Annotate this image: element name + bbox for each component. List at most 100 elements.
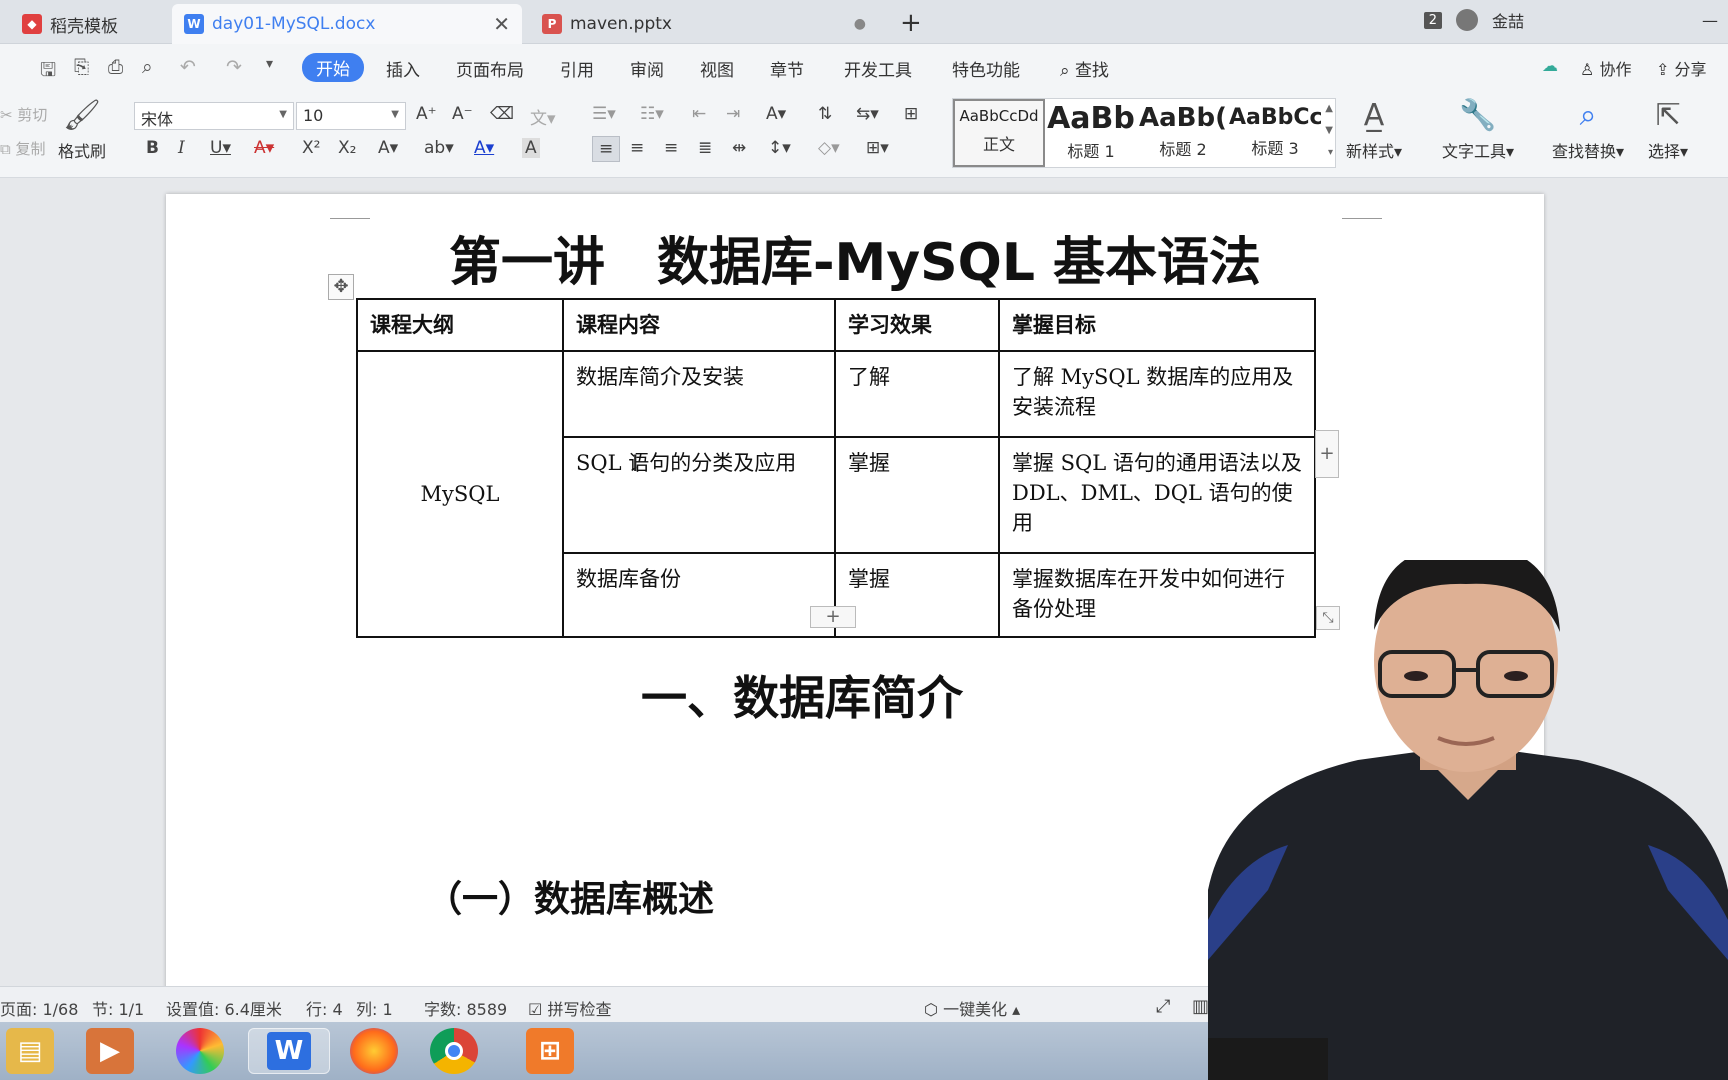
save-icon[interactable]: 🖫 (40, 56, 56, 88)
bullet-list-icon[interactable]: ☰▾ (592, 104, 616, 124)
increase-indent-icon[interactable]: ⇥ (726, 104, 740, 124)
font-name-select[interactable]: 宋体 ▼ (134, 102, 294, 130)
tab-maven-pptx[interactable]: P maven.pptx ● (530, 4, 880, 44)
table-cell-group[interactable]: MySQL (356, 350, 564, 638)
calendar-app-icon[interactable]: ⊞ (526, 1028, 574, 1074)
table-move-handle-icon[interactable]: ✥ (328, 274, 354, 300)
read-mode-icon[interactable]: ▥ (1192, 996, 1209, 1017)
font-size-select[interactable]: 10 ▼ (296, 102, 406, 130)
font-color-icon[interactable]: A▾ (474, 138, 494, 158)
export-icon[interactable]: ⎘ (74, 56, 89, 78)
table-cell[interactable]: 掌握 SQL 语句的通用语法以及 DDL、DML、DQL 语句的使用 (998, 436, 1316, 554)
text-effect-icon[interactable]: A▾ (378, 138, 398, 158)
superscript-icon[interactable]: X² (302, 138, 320, 158)
clear-format-icon[interactable]: ⌫ (490, 104, 514, 124)
table-layout-icon[interactable]: ⊞ (904, 104, 918, 124)
copy-button[interactable]: ⧉ 复制 (0, 138, 46, 159)
tab-count-badge[interactable]: 2 (1423, 11, 1442, 29)
print-preview-icon[interactable]: ⌕ (142, 56, 153, 78)
fullscreen-icon[interactable]: ⤢ (1156, 996, 1170, 1017)
table-cell[interactable]: SQL 语句的分类及应用 (562, 436, 836, 554)
file-explorer-icon[interactable]: ▤ (6, 1028, 54, 1074)
print-icon[interactable]: ⎙ (108, 56, 123, 78)
table-cell[interactable]: 数据库备份 (562, 552, 836, 638)
cloud-sync-icon[interactable]: ☁ (1542, 56, 1558, 75)
justify-icon[interactable]: ≣ (698, 138, 712, 158)
menu-review[interactable]: 审阅 (630, 56, 664, 81)
menu-view[interactable]: 视图 (700, 56, 734, 81)
user-name[interactable]: 金喆 (1492, 8, 1524, 32)
align-left-icon[interactable]: ≡ (592, 136, 621, 162)
underline-icon[interactable]: U▾ (210, 138, 231, 158)
menu-insert[interactable]: 插入 (386, 56, 420, 81)
style-heading-2[interactable]: AaBb( 标题 2 (1137, 99, 1229, 167)
numbered-list-icon[interactable]: ☷▾ (640, 104, 664, 124)
add-column-button[interactable]: + (1315, 430, 1339, 478)
style-normal[interactable]: AaBbCcDd 正文 (953, 99, 1045, 167)
table-cell[interactable]: 掌握 (834, 552, 1000, 638)
undo-icon[interactable]: ↶ (180, 56, 196, 78)
bold-icon[interactable]: B (146, 138, 159, 158)
shading-icon[interactable]: ◇▾ (818, 138, 840, 158)
style-heading-1[interactable]: AaBb 标题 1 (1045, 99, 1137, 167)
menu-search[interactable]: ⌕ 查找 (1060, 56, 1109, 81)
phonetic-icon[interactable]: 文▾ (530, 104, 556, 129)
firefox-icon[interactable] (350, 1028, 398, 1074)
char-shading-icon[interactable]: A (522, 138, 540, 158)
select-button[interactable]: ⇱ 选择▾ (1648, 98, 1688, 162)
grow-font-icon[interactable]: A⁺ (416, 104, 437, 124)
menu-page-layout[interactable]: 页面布局 (456, 56, 524, 81)
align-right-icon[interactable]: ≡ (664, 138, 678, 158)
media-player-icon[interactable]: ▶ (86, 1028, 134, 1074)
collab-button[interactable]: ♙ 协作 (1580, 56, 1631, 80)
table-cell[interactable]: 了解 (834, 350, 1000, 438)
beautify-button[interactable]: ⬡ 一键美化 ▴ (924, 996, 1020, 1020)
scroll-up-icon[interactable]: ▲ (1325, 103, 1333, 114)
avatar[interactable] (1455, 9, 1478, 31)
cut-button[interactable]: ✂ 剪切 (0, 104, 47, 125)
wps-writer-icon[interactable]: W (248, 1028, 330, 1074)
menu-chapter[interactable]: 章节 (770, 56, 804, 81)
chrome-icon[interactable] (430, 1028, 478, 1074)
shrink-font-icon[interactable]: A⁻ (452, 104, 473, 124)
menu-special[interactable]: 特色功能 (952, 56, 1020, 81)
subscript-icon[interactable]: X₂ (338, 138, 356, 158)
menu-references[interactable]: 引用 (560, 56, 594, 81)
table-cell[interactable]: 了解 MySQL 数据库的应用及安装流程 (998, 350, 1316, 438)
italic-icon[interactable]: I (178, 138, 185, 158)
new-tab-button[interactable]: + (900, 8, 922, 38)
close-icon[interactable]: ✕ (493, 12, 510, 36)
menu-home[interactable]: 开始 (302, 53, 364, 82)
format-painter-button[interactable]: 🖌 格式刷 (58, 98, 106, 162)
align-center-icon[interactable]: ≡ (630, 138, 644, 158)
redo-icon[interactable]: ↷ (226, 56, 242, 78)
text-tools-button[interactable]: 🔧 文字工具▾ (1442, 98, 1514, 162)
strikethrough-icon[interactable]: A▾ (254, 138, 274, 158)
color-picker-app-icon[interactable] (176, 1028, 224, 1074)
line-spacing-icon[interactable]: ↕▾ (768, 138, 791, 158)
scroll-down-icon[interactable]: ▼ (1325, 125, 1333, 136)
find-replace-button[interactable]: ⌕ 查找替换▾ (1552, 98, 1624, 162)
borders-icon[interactable]: ⊞▾ (866, 138, 889, 158)
menu-dev-tools[interactable]: 开发工具 (844, 56, 912, 81)
status-page[interactable]: 页面: 1/68 (0, 996, 78, 1020)
decrease-indent-icon[interactable]: ⇤ (692, 104, 706, 124)
style-heading-3[interactable]: AaBbCc 标题 3 (1229, 99, 1321, 167)
add-row-button[interactable]: + (810, 606, 856, 628)
minimize-icon[interactable]: — (1702, 11, 1718, 30)
customize-icon[interactable]: ▾ (266, 56, 273, 72)
tab-mysql-docx[interactable]: W day01-MySQL.docx ✕ (172, 4, 522, 44)
spell-check-button[interactable]: ☑ 拼写检查 (528, 996, 611, 1020)
text-direction-icon[interactable]: A▾ (766, 104, 786, 124)
share-button[interactable]: ⇪ 分享 (1656, 56, 1707, 80)
status-word-count[interactable]: 字数: 8589 (424, 996, 507, 1020)
more-styles-icon[interactable]: ▾ (1328, 147, 1333, 158)
distribute-icon[interactable]: ⇹ (732, 138, 746, 158)
new-style-button[interactable]: A̲ 新样式▾ (1346, 98, 1402, 162)
sort-icon[interactable]: ⇅ (818, 104, 832, 124)
show-marks-icon[interactable]: ⇆▾ (856, 104, 879, 124)
tab-docer[interactable]: ◆ 稻壳模板 (10, 4, 170, 44)
table-cell[interactable]: 掌握 (834, 436, 1000, 554)
table-cell[interactable]: 数据库简介及安装 (562, 350, 836, 438)
highlight-icon[interactable]: ab▾ (424, 138, 454, 158)
